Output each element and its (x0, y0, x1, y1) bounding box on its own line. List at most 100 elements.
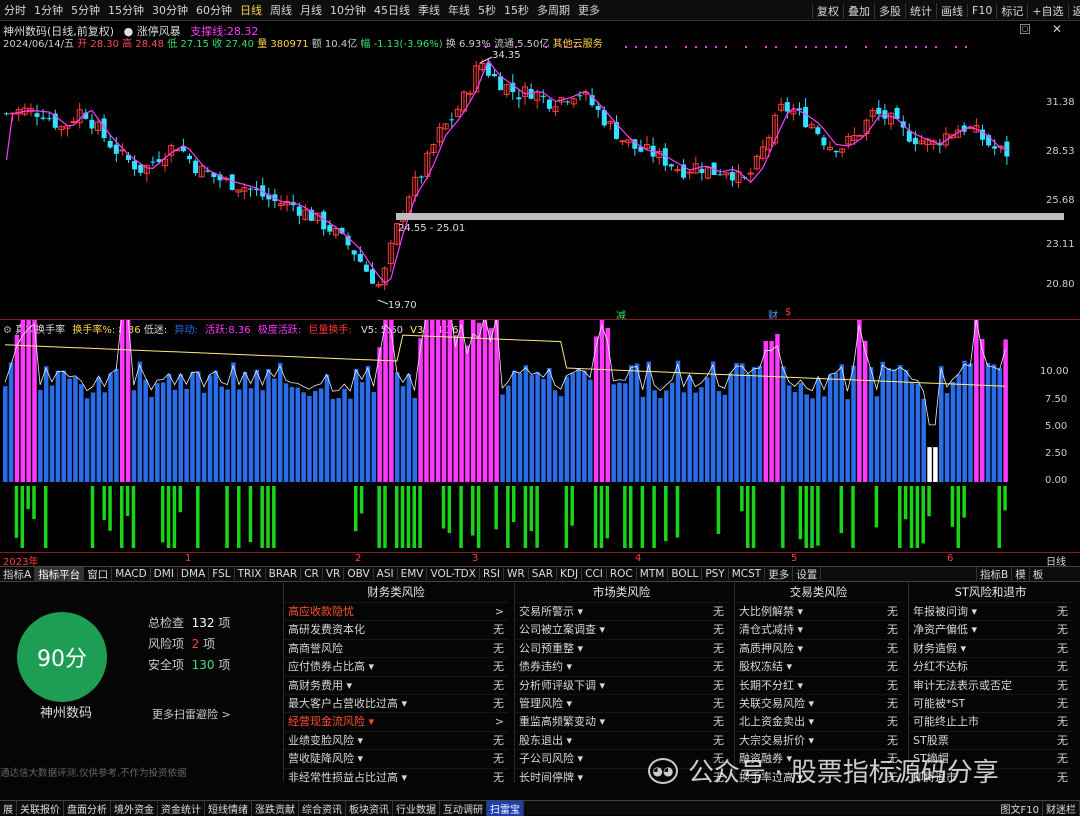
period-tab[interactable]: 分时 (0, 2, 30, 18)
indicator-right-tab[interactable]: 板 (1028, 567, 1047, 581)
period-tab[interactable]: 更多 (574, 2, 604, 18)
toolbar-button[interactable]: 统计 (905, 2, 936, 19)
risk-row[interactable]: 营收陡降风险 ▾ 无 (284, 749, 508, 767)
period-tab[interactable]: 60分钟 (192, 2, 236, 18)
period-tab[interactable]: 多周期 (533, 2, 574, 18)
risk-row[interactable]: 经营现金流风险 ▾ > (284, 712, 508, 730)
risk-row[interactable]: 高商誉风险 无 (284, 638, 508, 657)
risk-row[interactable]: 最大客户占营收比过高 ▾ 无 (284, 693, 508, 712)
risk-row[interactable]: 高应收款隐忧 > (284, 602, 508, 620)
toolbar-button[interactable]: F10 (967, 4, 996, 17)
indicator-tab[interactable]: ASI (374, 568, 398, 580)
indicator-tab[interactable]: CR (301, 568, 323, 580)
price-chart[interactable]: 神州数码(日线,前复权) ● 涨停风暴 支撑线:28.32 2024/06/14… (0, 21, 1080, 322)
bottom-tab[interactable]: 综合资讯 (299, 800, 346, 816)
indicator-tab[interactable]: RSI (480, 568, 504, 580)
risk-row[interactable]: 净资产偏低 ▾ 无 (909, 620, 1072, 638)
indicator-right-tab[interactable]: 指标B (976, 567, 1011, 581)
bottom-tab[interactable]: 展 (0, 800, 17, 816)
risk-row[interactable]: 高财务费用 ▾ 无 (284, 675, 508, 694)
period-tab[interactable]: 15秒 (500, 2, 533, 18)
risk-row[interactable]: 业绩变脸风险 ▾ 无 (284, 730, 508, 749)
bottom-tab[interactable]: 关联报价 (17, 800, 64, 816)
indicator-tab[interactable]: 指标A (0, 566, 36, 582)
risk-row[interactable]: 可能被*ST 无 (909, 693, 1072, 712)
risk-row[interactable]: 高研发费资本化 无 (284, 620, 508, 638)
risk-row[interactable]: 重监高频繁变动 ▾ 无 (515, 712, 728, 730)
period-tab[interactable]: 45日线 (370, 2, 414, 18)
risk-row[interactable]: 高质押风险 ▾ 无 (735, 638, 902, 657)
indicator-tab[interactable]: SAR (529, 568, 558, 580)
period-tab[interactable]: 1分钟 (30, 2, 67, 18)
indicator-tab[interactable]: ROC (607, 568, 637, 580)
risk-row[interactable]: 审计无法表示或否定 无 (909, 675, 1072, 694)
indicator-tab[interactable]: BOLL (668, 568, 703, 580)
bottom-tab[interactable]: 资金统计 (158, 800, 205, 816)
risk-row[interactable]: 北上资金卖出 ▾ 无 (735, 712, 902, 730)
risk-row[interactable]: 年报被问询 ▾ 无 (909, 602, 1072, 620)
bottom-tab[interactable]: 行业数据 (393, 800, 440, 816)
risk-row[interactable]: 应付债券占比高 ▾ 无 (284, 657, 508, 675)
risk-row[interactable]: 分析师评级下调 ▾ 无 (515, 675, 728, 694)
turnover-chart[interactable]: ⚙ 真实换手率 换手率%: 8.36 低迷: 异动: 活跃:8.36 极度活跃:… (0, 319, 1080, 565)
risk-row[interactable]: 公司预重整 ▾ 无 (515, 638, 728, 657)
period-tab[interactable]: 月线 (296, 2, 326, 18)
bottom-tab-right[interactable]: 财迷栏 (1043, 800, 1080, 816)
risk-row[interactable]: 分红不达标 无 (909, 657, 1072, 675)
toolbar-button[interactable]: 返回 (1067, 2, 1080, 19)
risk-row[interactable]: ST股票 无 (909, 730, 1072, 749)
indicator-tab[interactable]: DMI (151, 568, 178, 580)
indicator-tab[interactable]: EMV (398, 568, 428, 580)
bottom-tab[interactable]: 板块资讯 (346, 800, 393, 816)
indicator-tab[interactable]: VR (323, 568, 345, 580)
risk-row[interactable]: 交易所警示 ▾ 无 (515, 602, 728, 620)
period-tab[interactable]: 10分钟 (326, 2, 370, 18)
indicator-tab[interactable]: VOL-TDX (427, 568, 480, 580)
risk-row[interactable]: 股东退出 ▾ 无 (515, 730, 728, 749)
indicator-tab[interactable]: 设置 (793, 566, 822, 582)
toolbar-button[interactable]: +自选 (1027, 2, 1067, 19)
indicator-tab[interactable]: WR (504, 568, 529, 580)
indicator-tab[interactable]: 更多 (765, 566, 794, 582)
risk-row[interactable]: 财务造假 ▾ 无 (909, 638, 1072, 657)
bottom-tab[interactable]: 境外资金 (111, 800, 158, 816)
period-tab[interactable]: 周线 (266, 2, 296, 18)
toolbar-button[interactable]: 标记 (996, 2, 1027, 19)
indicator-tab[interactable]: DMA (178, 568, 210, 580)
bottom-tab[interactable]: 扫雷宝 (487, 800, 524, 816)
indicator-tab[interactable]: 窗口 (84, 566, 113, 582)
more-scan-link[interactable]: 更多扫雷避险 > (152, 706, 231, 722)
risk-row[interactable]: 股权冻结 ▾ 无 (735, 657, 902, 675)
indicator-tab[interactable]: PSY (702, 568, 729, 580)
indicator-tab[interactable]: MTM (637, 568, 669, 580)
bottom-tab[interactable]: 短线情绪 (205, 800, 252, 816)
risk-row[interactable]: 大宗交易折价 ▾ 无 (735, 730, 902, 749)
period-tab[interactable]: 年线 (444, 2, 474, 18)
risk-row[interactable]: 管理风险 ▾ 无 (515, 693, 728, 712)
risk-row[interactable]: 公司被立案调查 ▾ 无 (515, 620, 728, 638)
indicator-tab[interactable]: BRAR (266, 568, 302, 580)
indicator-tab[interactable]: TRIX (235, 568, 266, 580)
bottom-tab[interactable]: 涨跌贡献 (252, 800, 299, 816)
indicator-right-tab[interactable]: 模 (1011, 567, 1029, 581)
risk-row[interactable]: 关联交易风险 ▾ 无 (735, 693, 902, 712)
indicator-tab[interactable]: MACD (112, 568, 151, 580)
indicator-tab[interactable]: CCI (582, 568, 607, 580)
risk-row[interactable]: 长期不分红 ▾ 无 (735, 675, 902, 694)
indicator-tab[interactable]: FSL (209, 568, 235, 580)
toolbar-button[interactable]: 多股 (874, 2, 905, 19)
bottom-tab[interactable]: 互动调研 (440, 800, 487, 816)
toolbar-button[interactable]: 叠加 (843, 2, 874, 19)
indicator-tab[interactable]: 指标平台 (35, 566, 85, 582)
period-tab[interactable]: 5秒 (474, 2, 500, 18)
risk-row[interactable]: 可能终止上市 无 (909, 712, 1072, 730)
bottom-tab-f10[interactable]: 图文F10 (998, 800, 1043, 816)
risk-row[interactable]: 债券违约 ▾ 无 (515, 657, 728, 675)
toolbar-button[interactable]: 复权 (812, 2, 843, 19)
period-tab[interactable]: 15分钟 (104, 2, 148, 18)
risk-row[interactable]: 清仓式减持 ▾ 无 (735, 620, 902, 638)
indicator-tab[interactable]: MCST (729, 568, 766, 580)
indicator-tab[interactable]: KDJ (557, 568, 583, 580)
period-tab[interactable]: 季线 (414, 2, 444, 18)
bottom-tab[interactable]: 盘面分析 (64, 800, 111, 816)
